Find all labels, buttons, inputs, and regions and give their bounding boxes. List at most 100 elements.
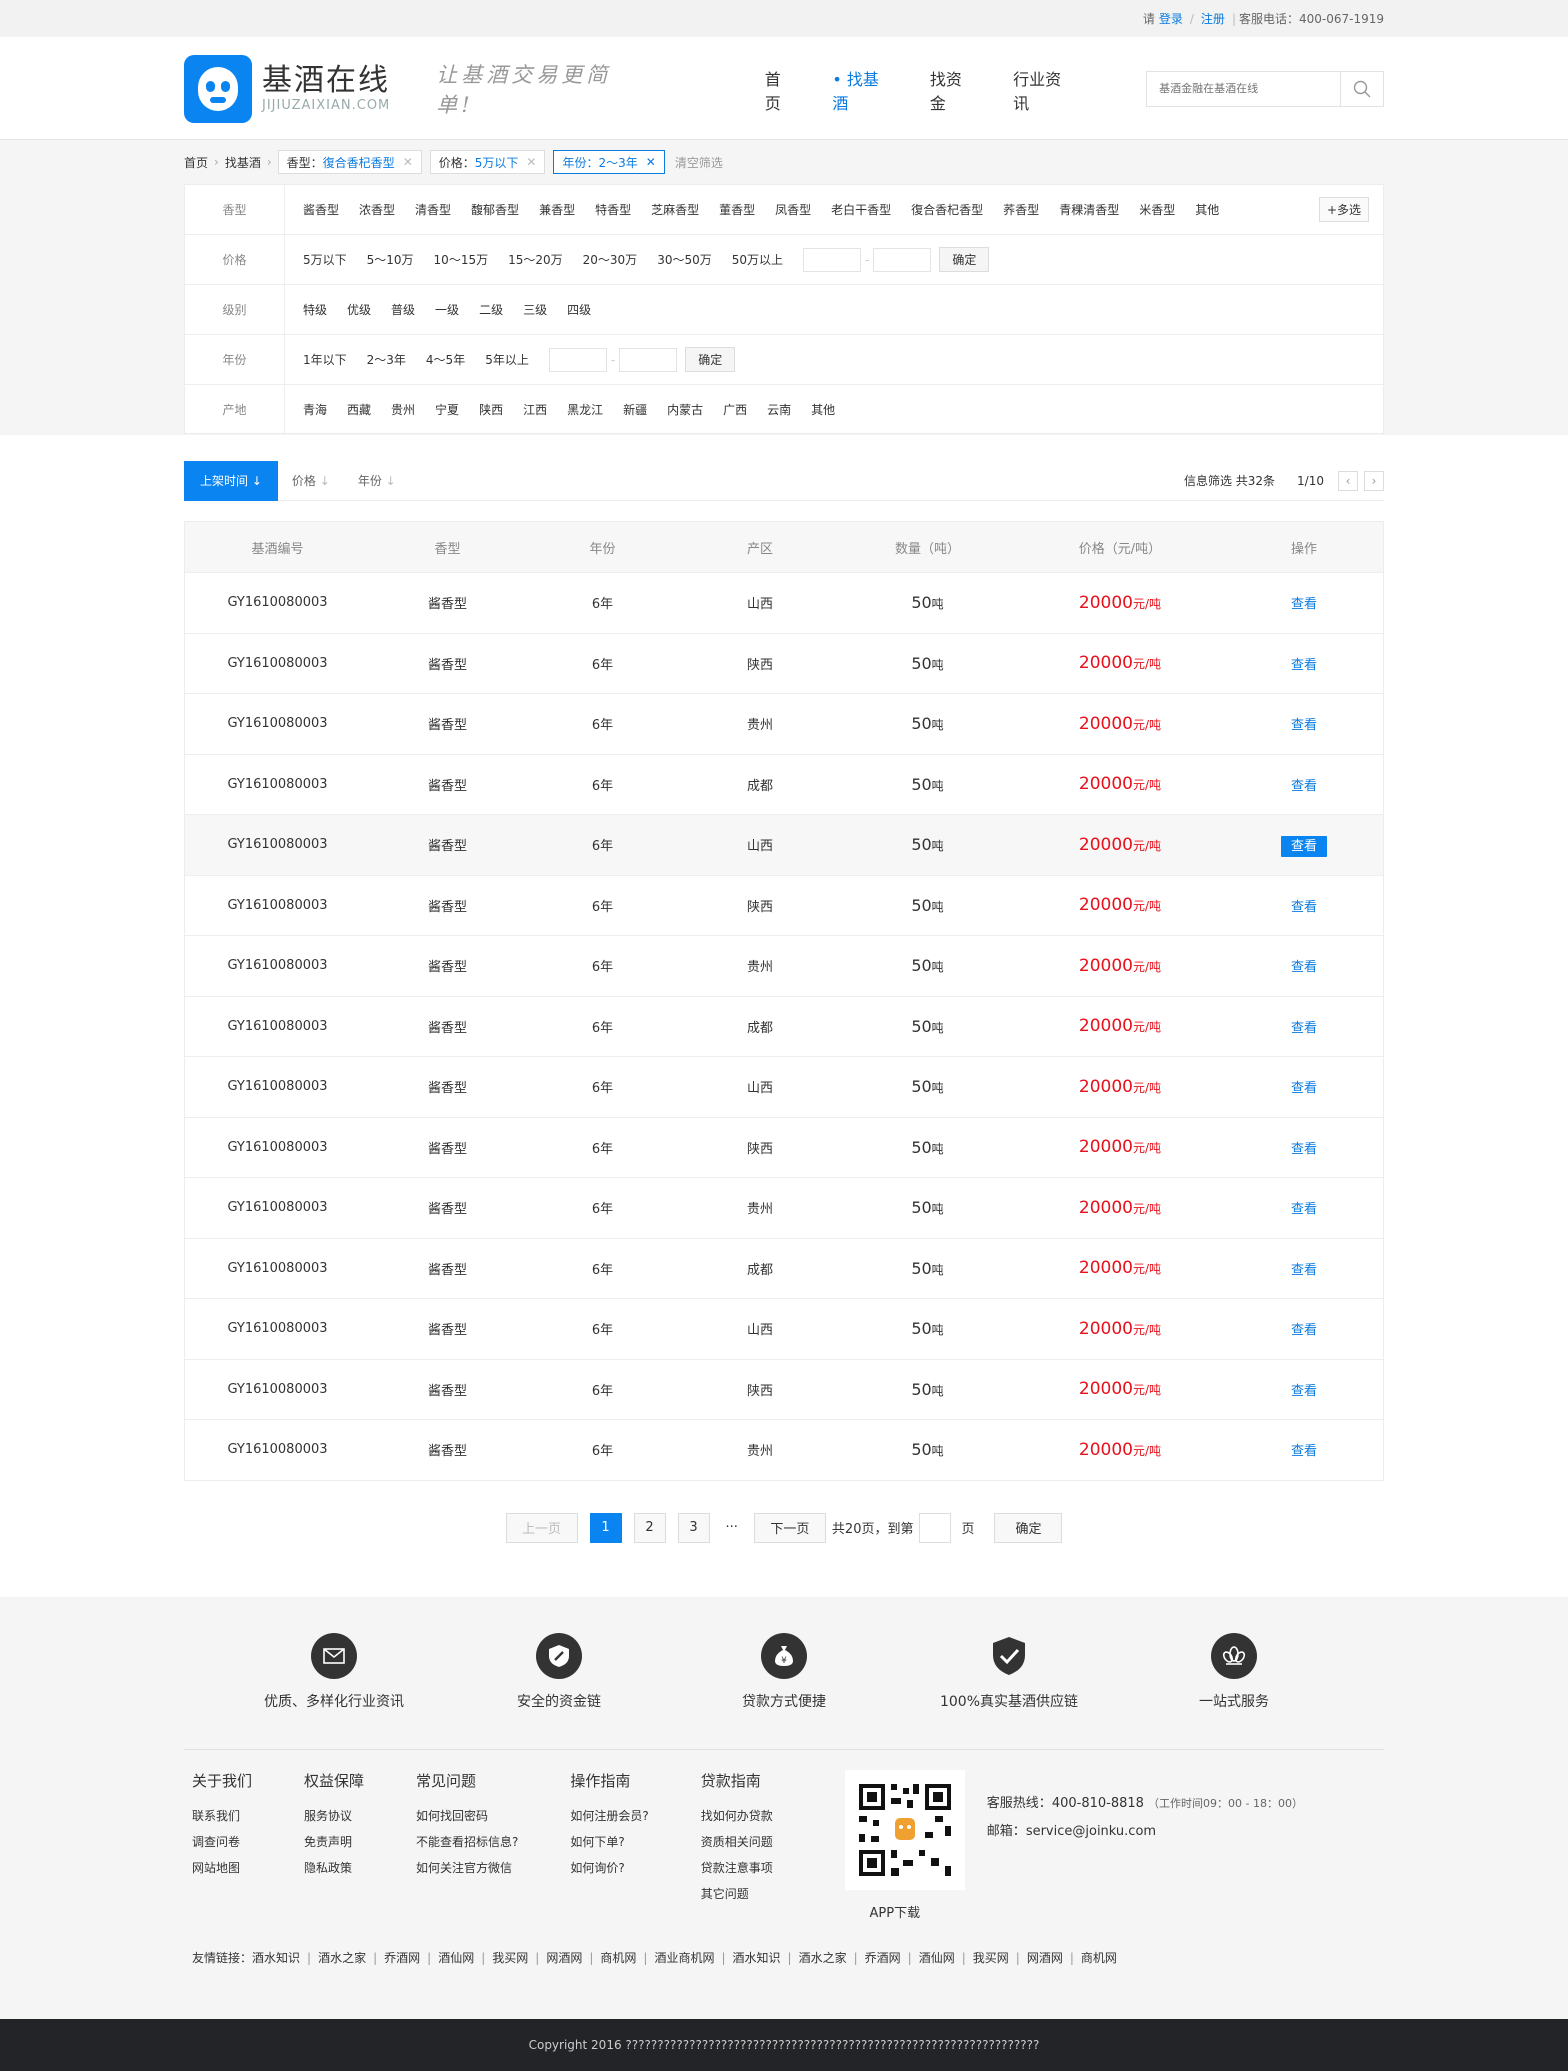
page-3-button[interactable]: 3: [677, 1512, 710, 1543]
footer-link[interactable]: 贷款注意事项: [701, 1855, 773, 1881]
footer-link[interactable]: 免责声明: [304, 1829, 364, 1855]
view-button[interactable]: 查看: [1291, 900, 1317, 915]
footer-link[interactable]: 不能查看招标信息?: [416, 1829, 518, 1855]
friend-link[interactable]: 酒水知识: [252, 1951, 300, 1965]
footer-link[interactable]: 如何关注官方微信: [416, 1855, 518, 1881]
nav-item-2[interactable]: 找资金: [930, 66, 977, 114]
filter-option[interactable]: 特级: [303, 301, 327, 318]
view-button[interactable]: 查看: [1291, 1323, 1317, 1338]
view-button[interactable]: 查看: [1291, 1444, 1317, 1459]
filter-option[interactable]: 宁夏: [435, 401, 459, 418]
filter-option[interactable]: 凤香型: [775, 201, 811, 218]
logo-text[interactable]: 基酒在线 JIJIUZAIXIAN.COM: [262, 64, 390, 114]
close-icon[interactable]: ✕: [526, 155, 536, 169]
friend-link[interactable]: 网酒网: [1027, 1951, 1063, 1965]
friend-link[interactable]: 酒仙网: [438, 1951, 474, 1965]
footer-link[interactable]: 找如何办贷款: [701, 1803, 773, 1829]
footer-link[interactable]: 如何找回密码: [416, 1803, 518, 1829]
prev-page-button[interactable]: 上一页: [505, 1512, 578, 1543]
friend-link[interactable]: 酒水之家: [799, 1951, 847, 1965]
filter-option[interactable]: 董香型: [719, 201, 755, 218]
filter-option[interactable]: 2～3年: [367, 351, 406, 368]
login-link[interactable]: 登录: [1159, 10, 1183, 27]
friend-link[interactable]: 酒业商机网: [654, 1951, 714, 1965]
multi-select-button[interactable]: +多选: [1318, 197, 1369, 222]
friend-link[interactable]: 酒仙网: [919, 1951, 955, 1965]
filter-option[interactable]: 云南: [767, 401, 791, 418]
filter-option[interactable]: 馥郁香型: [471, 201, 519, 218]
filter-option[interactable]: 15～20万: [508, 251, 563, 268]
view-button[interactable]: 查看: [1291, 960, 1317, 975]
filter-option[interactable]: 特香型: [595, 201, 631, 218]
filter-option[interactable]: 復合香杞香型: [911, 201, 983, 218]
footer-link[interactable]: 其它问题: [701, 1881, 773, 1907]
sort-tab-time[interactable]: 上架时间 ↓: [184, 460, 278, 501]
breadcrumb-home[interactable]: 首页: [184, 154, 208, 171]
nav-item-1[interactable]: • 找基酒: [832, 66, 894, 114]
footer-link[interactable]: 隐私政策: [304, 1855, 364, 1881]
filter-option[interactable]: 黑龙江: [567, 401, 603, 418]
filter-option[interactable]: 青稞清香型: [1059, 201, 1119, 218]
nav-item-3[interactable]: 行业资讯: [1013, 66, 1076, 114]
filter-option[interactable]: 兼香型: [539, 201, 575, 218]
sort-tab-price[interactable]: 价格 ↓: [278, 461, 344, 501]
next-page-button[interactable]: 下一页: [753, 1512, 826, 1543]
footer-link[interactable]: 服务协议: [304, 1803, 364, 1829]
price-min-input[interactable]: [803, 247, 862, 272]
filter-option[interactable]: 新疆: [623, 401, 647, 418]
search-button[interactable]: [1341, 72, 1383, 106]
filter-option[interactable]: 30～50万: [657, 251, 712, 268]
filter-option[interactable]: 清香型: [415, 201, 451, 218]
page-2-button[interactable]: 2: [633, 1512, 666, 1543]
close-icon[interactable]: ✕: [646, 155, 656, 169]
search-input[interactable]: [1147, 71, 1341, 106]
filter-option[interactable]: 1年以下: [303, 351, 347, 368]
chevron-left-icon[interactable]: ‹: [1338, 470, 1358, 491]
filter-option[interactable]: 芝麻香型: [651, 201, 699, 218]
view-button[interactable]: 查看: [1291, 1263, 1317, 1278]
filter-chip-year[interactable]: 年份： 2～3年 ✕: [553, 150, 665, 174]
qr-code[interactable]: [844, 1770, 965, 1890]
filter-option[interactable]: 酱香型: [303, 201, 339, 218]
footer-link[interactable]: 网站地图: [192, 1855, 252, 1881]
page-jump-input[interactable]: [919, 1512, 952, 1543]
filter-option[interactable]: 二级: [479, 301, 503, 318]
filter-option[interactable]: 内蒙古: [667, 401, 703, 418]
footer-link[interactable]: 调查问卷: [192, 1829, 252, 1855]
filter-option[interactable]: 10～15万: [434, 251, 489, 268]
year-min-input[interactable]: [548, 347, 607, 372]
filter-option[interactable]: 其他: [1195, 201, 1219, 218]
view-button[interactable]: 查看: [1291, 1384, 1317, 1399]
year-confirm-button[interactable]: 确定: [685, 347, 736, 372]
filter-option[interactable]: 20～30万: [583, 251, 638, 268]
view-button[interactable]: 查看: [1291, 597, 1317, 612]
clear-filters-link[interactable]: 清空筛选: [675, 154, 723, 171]
filter-option[interactable]: 陕西: [479, 401, 503, 418]
filter-option[interactable]: 优级: [347, 301, 371, 318]
filter-option[interactable]: 一级: [435, 301, 459, 318]
footer-link[interactable]: 联系我们: [192, 1803, 252, 1829]
footer-link[interactable]: 如何询价?: [570, 1855, 648, 1881]
view-button[interactable]: 查看: [1291, 1021, 1317, 1036]
filter-option[interactable]: 西藏: [347, 401, 371, 418]
filter-chip-type[interactable]: 香型： 復合香杞香型 ✕: [277, 150, 422, 174]
filter-option[interactable]: 50万以上: [732, 251, 783, 268]
filter-option[interactable]: 广西: [723, 401, 747, 418]
close-icon[interactable]: ✕: [403, 155, 413, 169]
friend-link[interactable]: 网酒网: [546, 1951, 582, 1965]
chevron-right-icon[interactable]: ›: [1364, 470, 1384, 491]
friend-link[interactable]: 乔酒网: [384, 1951, 420, 1965]
logo-monkey-icon[interactable]: [184, 54, 252, 123]
filter-chip-price[interactable]: 价格： 5万以下 ✕: [429, 150, 546, 174]
register-link[interactable]: 注册: [1201, 10, 1225, 27]
filter-option[interactable]: 荞香型: [1003, 201, 1039, 218]
app-download-label[interactable]: APP下载: [825, 1902, 965, 1921]
view-button[interactable]: 查看: [1291, 658, 1317, 673]
footer-link[interactable]: 资质相关问题: [701, 1829, 773, 1855]
filter-option[interactable]: 贵州: [391, 401, 415, 418]
price-confirm-button[interactable]: 确定: [939, 247, 990, 272]
filter-option[interactable]: 米香型: [1139, 201, 1175, 218]
footer-link[interactable]: 如何注册会员?: [570, 1803, 648, 1829]
view-button[interactable]: 查看: [1291, 1142, 1317, 1157]
view-button[interactable]: 查看: [1291, 1081, 1317, 1096]
